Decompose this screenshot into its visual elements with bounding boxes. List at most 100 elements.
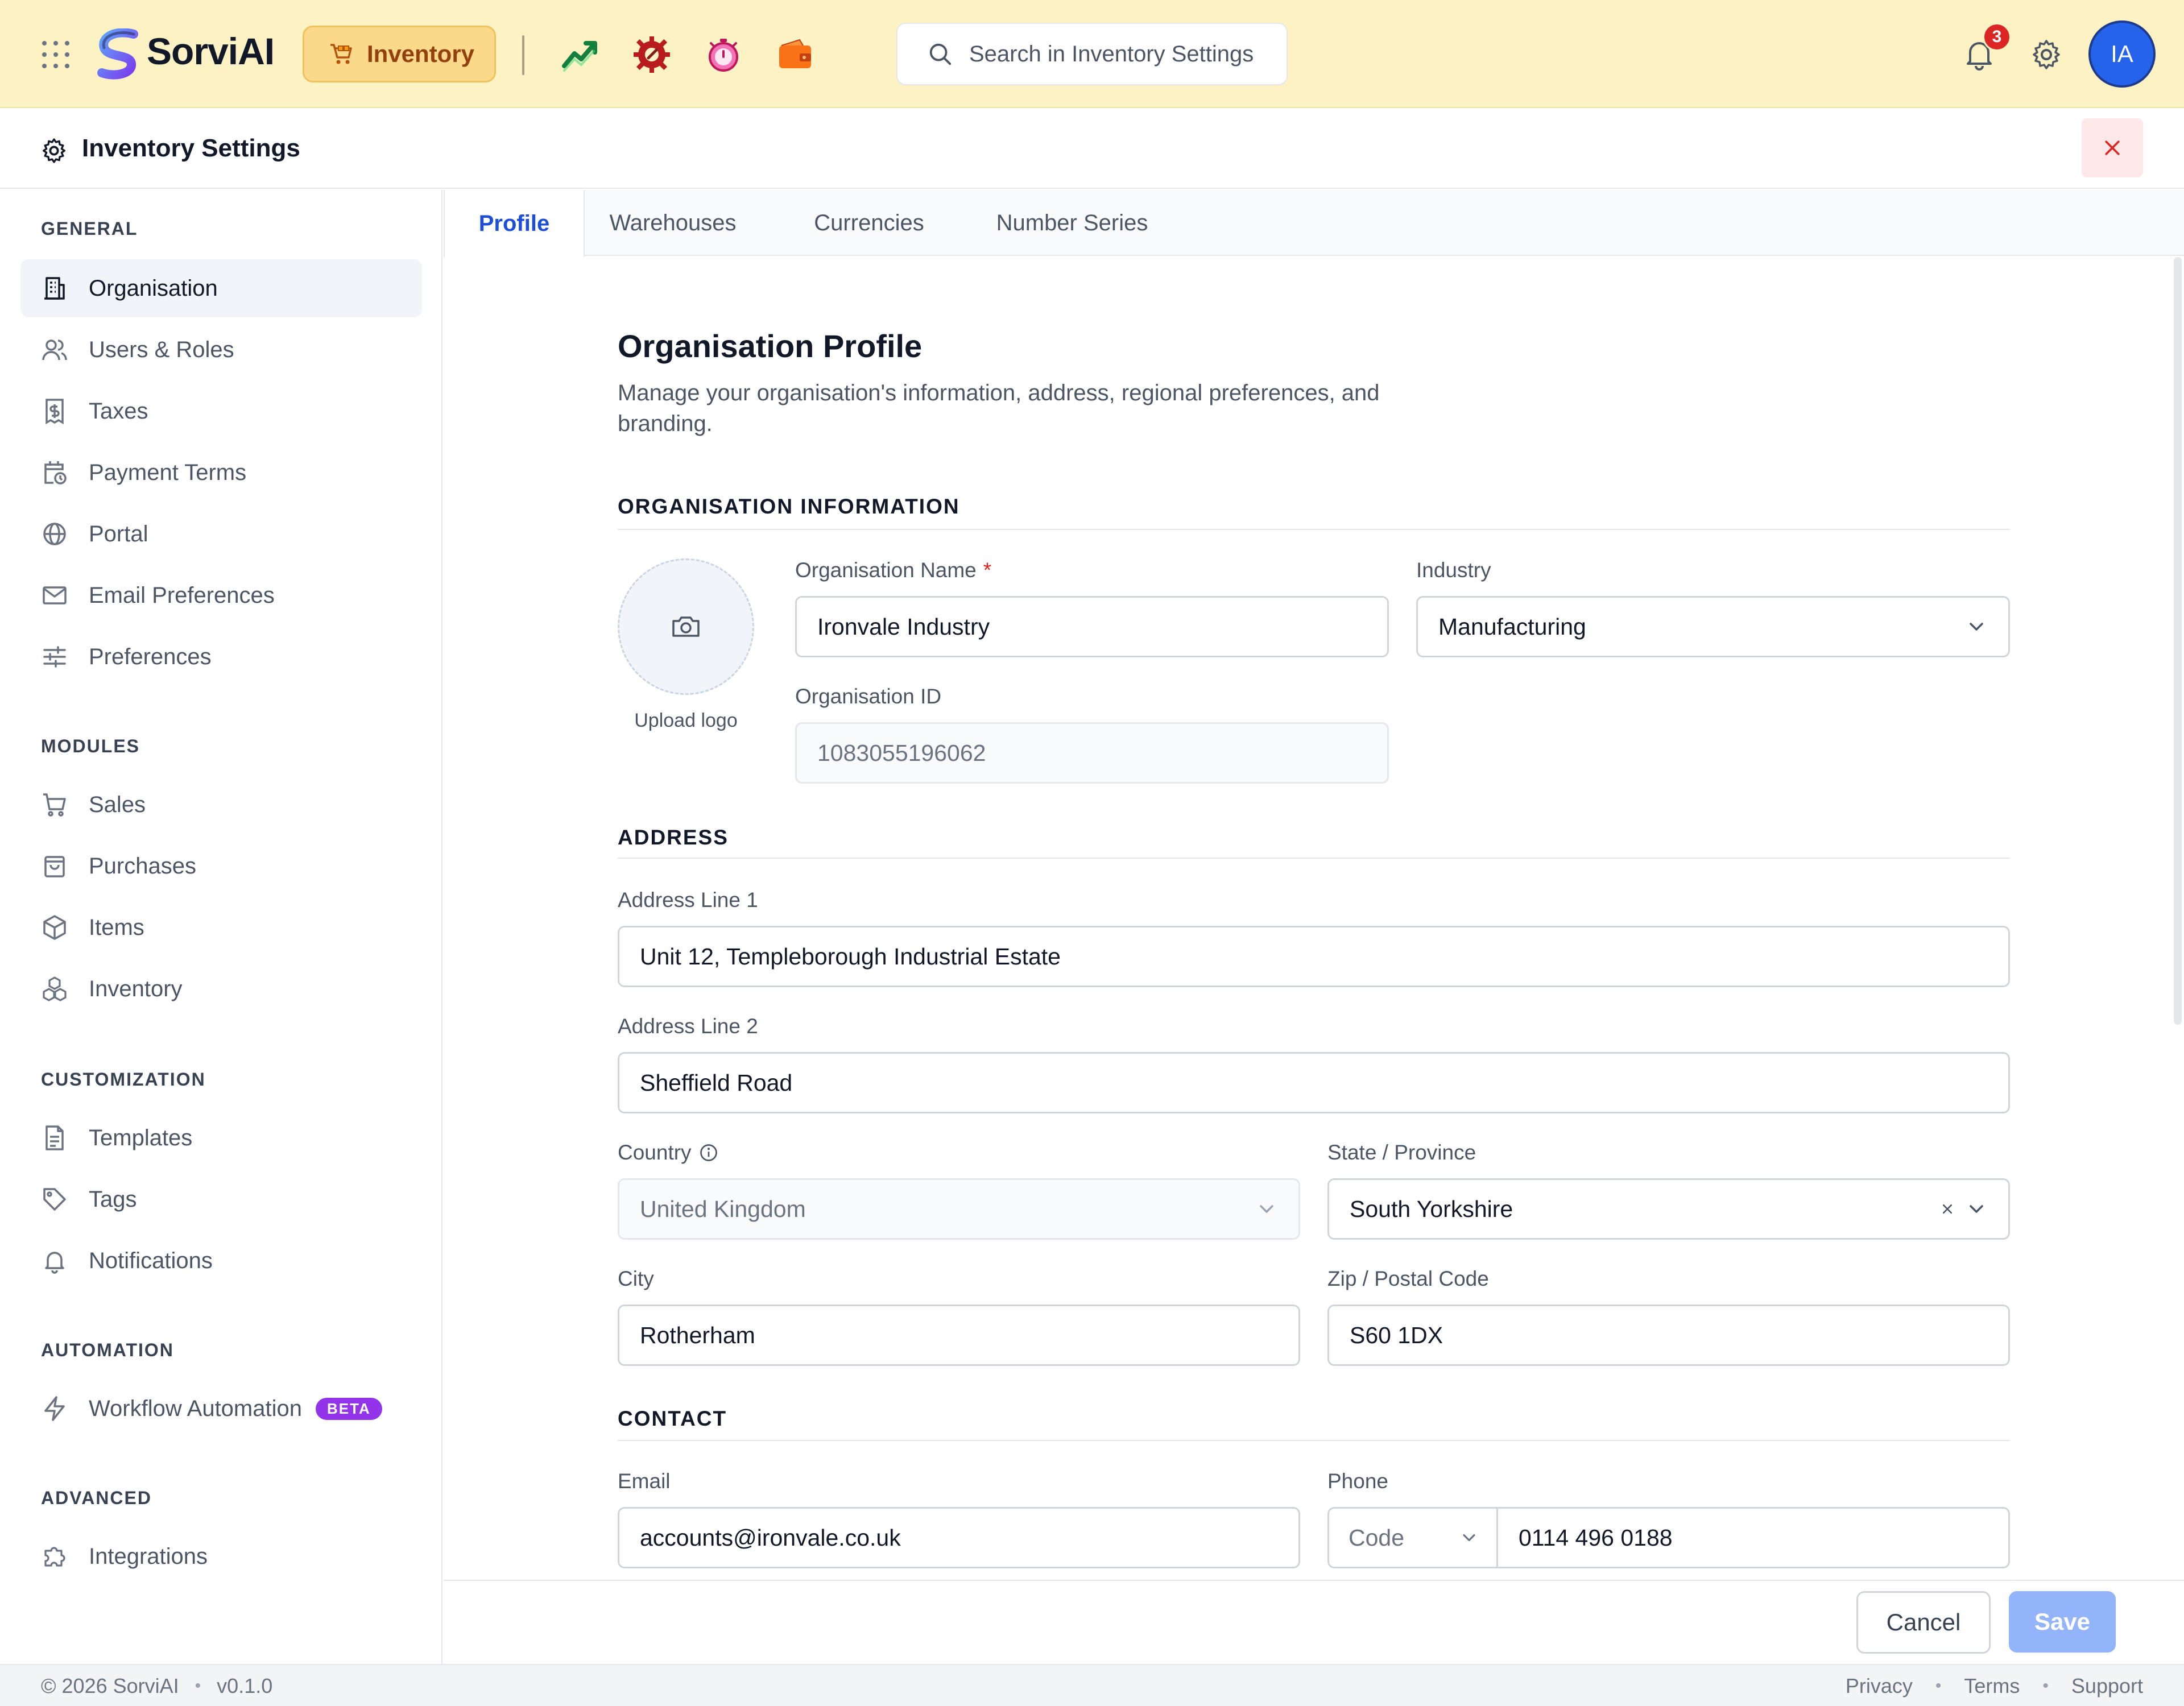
sidebar-item-portal[interactable]: Portal [20, 505, 422, 563]
sidebar-item-label: Templates [89, 1125, 193, 1150]
profile-description: Manage your organisation's information, … [618, 380, 1380, 436]
zip-label: Zip / Postal Code [1327, 1267, 1489, 1290]
sidebar-item-organisation[interactable]: Organisation [20, 259, 422, 317]
sidebar-section-automation: AUTOMATION [41, 1340, 174, 1360]
close-button[interactable] [2082, 118, 2143, 177]
settings-tabs: Profile Warehouses Currencies Number Ser… [444, 190, 2184, 257]
cancel-button[interactable]: Cancel [1856, 1591, 1991, 1654]
top-bar: SorviAI Inventory Search in Inventory Se… [0, 0, 2184, 108]
gear-wrench-icon[interactable] [631, 34, 672, 75]
org-name-input[interactable]: Ironvale Industry [795, 596, 1389, 657]
footer-link-terms[interactable]: Terms [1964, 1674, 2020, 1698]
footer-link-privacy[interactable]: Privacy [1846, 1674, 1913, 1698]
sidebar-item-label: Inventory [89, 976, 183, 1001]
save-button[interactable]: Save [2009, 1591, 2116, 1653]
clear-icon[interactable] [1938, 1199, 1957, 1219]
section-address: ADDRESS [618, 826, 729, 849]
wallet-icon[interactable] [775, 34, 816, 75]
state-select[interactable]: South Yorkshire [1327, 1178, 2010, 1240]
section-organisation-information: ORGANISATION INFORMATION [618, 495, 960, 518]
upload-logo-button[interactable] [618, 558, 754, 695]
sidebar-item-templates[interactable]: Templates [20, 1109, 422, 1167]
module-switcher-button[interactable]: Inventory [303, 26, 496, 82]
sidebar-item-items[interactable]: Items [20, 898, 422, 956]
sidebar-item-notifications[interactable]: Notifications [20, 1232, 422, 1290]
info-icon[interactable] [698, 1142, 719, 1163]
bag-icon [44, 856, 65, 877]
apps-grid-icon[interactable] [40, 39, 72, 71]
required-indicator: * [983, 558, 992, 582]
phone-number-input[interactable]: 0114 496 0188 [1496, 1507, 2010, 1568]
boxes-icon [43, 976, 67, 1001]
country-label-text: Country [618, 1141, 692, 1164]
sidebar-item-label: Items [89, 914, 144, 940]
address-line1-label: Address Line 1 [618, 888, 758, 912]
city-label: City [618, 1267, 654, 1290]
sliders-icon [43, 646, 66, 668]
sidebar-item-tags[interactable]: Tags [20, 1170, 422, 1228]
sidebar-item-payment-terms[interactable]: Payment Terms [20, 444, 422, 502]
module-label: Inventory [367, 40, 475, 67]
sidebar-section-modules: MODULES [41, 736, 140, 756]
sidebar-item-label: Taxes [89, 398, 148, 424]
settings-gear-icon[interactable] [2029, 38, 2063, 72]
country-value: United Kingdom [640, 1195, 806, 1222]
phone-number-value: 0114 496 0188 [1519, 1524, 1673, 1551]
sidebar-item-email-preferences[interactable]: Email Preferences [20, 566, 422, 624]
address-line2-input[interactable]: Sheffield Road [618, 1052, 2010, 1113]
email-input[interactable]: accounts@ironvale.co.uk [618, 1507, 1300, 1568]
trending-chart-icon[interactable] [560, 34, 601, 75]
sidebar-item-label: Email Preferences [89, 582, 275, 608]
sidebar-item-workflow-automation[interactable]: Workflow Automation BETA [20, 1380, 422, 1438]
phone-code-select[interactable]: Code [1327, 1507, 1498, 1568]
sidebar-item-preferences[interactable]: Preferences [20, 628, 422, 686]
tab-currencies[interactable]: Currencies [808, 190, 930, 256]
industry-select[interactable]: Manufacturing [1416, 596, 2010, 657]
sidebar-section-general: GENERAL [41, 218, 138, 239]
calendar-clock-icon [44, 461, 67, 485]
globe-icon [43, 523, 66, 545]
user-avatar[interactable]: IA [2088, 20, 2156, 88]
receipt-dollar-icon [46, 399, 64, 425]
org-name-label-text: Organisation Name [795, 558, 977, 582]
cart-icon [43, 793, 66, 817]
city-input[interactable]: Rotherham [618, 1305, 1300, 1366]
sidebar-item-sales[interactable]: Sales [20, 776, 422, 834]
email-label: Email [618, 1469, 671, 1493]
sidebar-item-taxes[interactable]: Taxes [20, 382, 422, 440]
timer-icon[interactable] [703, 34, 744, 75]
footer-version: v0.1.0 [217, 1674, 273, 1697]
profile-heading: Organisation Profile [618, 328, 923, 364]
zip-input[interactable]: S60 1DX [1327, 1305, 2010, 1366]
sidebar-item-users-roles[interactable]: Users & Roles [20, 321, 422, 379]
tab-warehouses[interactable]: Warehouses [609, 190, 737, 256]
page-title: Inventory Settings [82, 134, 300, 162]
brand-name: SorviAI [147, 30, 275, 72]
sidebar-item-integrations[interactable]: Integrations [20, 1527, 422, 1585]
content-scrollbar[interactable] [2174, 257, 2182, 1025]
footer-separator: • [2042, 1676, 2049, 1695]
settings-icon [40, 136, 68, 165]
zip-value: S60 1DX [1350, 1322, 1443, 1348]
sidebar-item-label: Purchases [89, 853, 196, 879]
footer-link-support[interactable]: Support [2071, 1674, 2143, 1698]
sidebar-item-purchases[interactable]: Purchases [20, 837, 422, 895]
tab-number-series[interactable]: Number Series [990, 190, 1155, 256]
beta-badge: BETA [315, 1397, 382, 1420]
search-input[interactable]: Search in Inventory Settings [896, 23, 1288, 85]
sidebar-item-label: Workflow Automation [89, 1396, 302, 1421]
close-icon [2105, 140, 2120, 155]
chevron-down-icon [1970, 1205, 1983, 1213]
sidebar-item-inventory[interactable]: Inventory [20, 960, 422, 1018]
brand-logo-icon[interactable] [94, 28, 144, 81]
address-line2-value: Sheffield Road [640, 1069, 793, 1096]
address-line1-input[interactable]: Unit 12, Templeborough Industrial Estate [618, 926, 2010, 987]
section-contact: CONTACT [618, 1407, 727, 1430]
search-icon [929, 43, 952, 65]
tab-profile[interactable]: Profile [444, 190, 585, 257]
sidebar-item-label: Sales [89, 792, 146, 817]
phone-label: Phone [1327, 1469, 1388, 1493]
sidebar-item-label: Organisation [89, 275, 218, 301]
section-divider [618, 858, 2010, 859]
sidebar-item-label: Portal [89, 521, 148, 546]
